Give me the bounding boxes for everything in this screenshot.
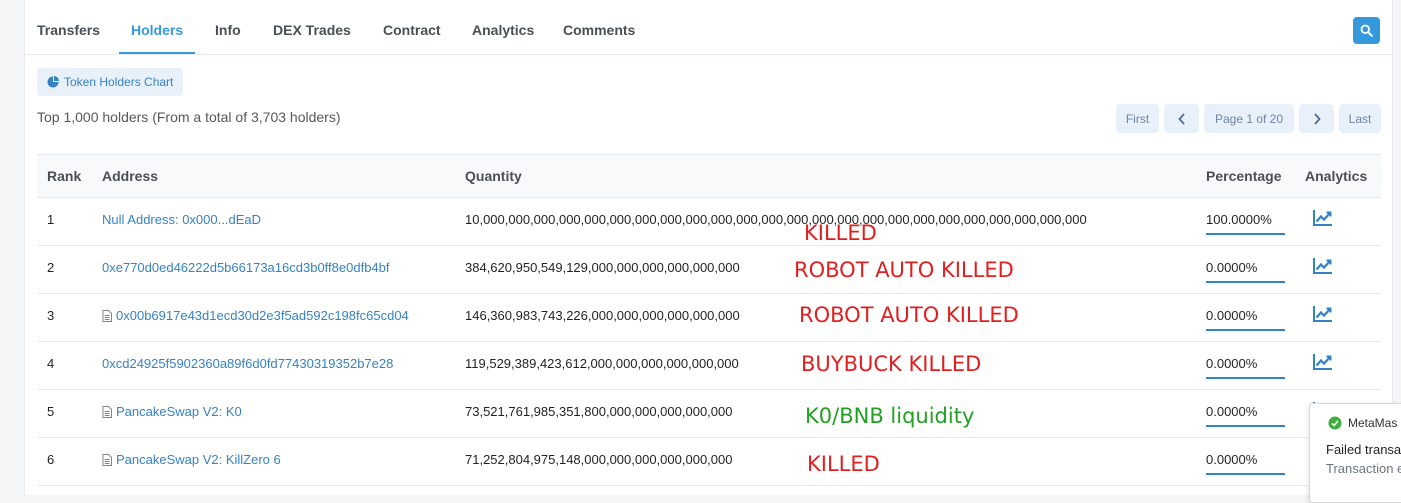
rank-cell: 1: [47, 212, 55, 227]
prev-page-button[interactable]: [1164, 104, 1199, 133]
address-link[interactable]: PancakeSwap V2: K0: [102, 404, 242, 419]
address-link[interactable]: 0x00b6917e43d1ecd30d2e3f5ad592c198fc65cd…: [102, 308, 409, 323]
metamask-title: MetaMas: [1348, 416, 1398, 430]
handwritten-annotation: ROBOT AUTO KILLED: [799, 303, 1019, 327]
handwritten-annotation: ROBOT AUTO KILLED: [794, 258, 1014, 282]
active-tab-indicator: [119, 52, 195, 54]
table-row: 2 0xe770d0ed46222d5b66173a16cd3b0ff8e0dfb…: [37, 246, 1381, 294]
column-address: Address: [102, 168, 159, 184]
metamask-body-text: Transaction encountered: [1326, 461, 1401, 476]
metamask-notification[interactable]: MetaMas Failed transa Transaction encoun…: [1309, 403, 1401, 503]
metamask-failed-text: Failed transa: [1326, 442, 1401, 457]
analytics-chart-icon[interactable]: [1312, 256, 1334, 276]
quantity-cell: 119,529,389,423,612,000,000,000,000,000,…: [465, 356, 739, 371]
pie-chart-icon: [47, 76, 59, 88]
table-row: 4 0xcd24925f5902360a89f6d0fd77430319352b7…: [37, 342, 1381, 390]
tab-holders[interactable]: Holders: [131, 22, 183, 38]
table-row: 5 PancakeSwap V2: K0 73,521,761,985,351,80…: [37, 390, 1381, 438]
tab-comments[interactable]: Comments: [563, 22, 635, 38]
column-analytics: Analytics: [1305, 168, 1368, 184]
tab-info[interactable]: Info: [215, 22, 241, 38]
first-page-button[interactable]: First: [1116, 104, 1159, 133]
handwritten-annotation: KILLED: [807, 452, 880, 476]
quantity-cell: 10,000,000,000,000,000,000,000,000,000,0…: [465, 212, 1087, 227]
address-text: 0xe770d0ed46222d5b66173a16cd3b0ff8e0dfb4…: [102, 260, 390, 275]
rank-cell: 6: [47, 452, 55, 467]
percentage-cell: 100.0000%: [1206, 210, 1285, 235]
percentage-cell: 0.0000%: [1206, 354, 1285, 379]
chart-button-label: Token Holders Chart: [64, 75, 174, 89]
analytics-chart-icon[interactable]: [1312, 304, 1334, 324]
table-row: 3 0x00b6917e43d1ecd30d2e3f5ad592c198fc65c…: [37, 294, 1381, 342]
handwritten-annotation: KILLED: [804, 221, 877, 245]
address-link[interactable]: PancakeSwap V2: KillZero 6: [102, 452, 281, 467]
holders-summary: Top 1,000 holders (From a total of 3,703…: [37, 109, 341, 125]
tab-transfers[interactable]: Transfers: [37, 22, 100, 38]
analytics-chart-icon[interactable]: [1312, 208, 1334, 228]
chevron-right-icon: [1313, 112, 1321, 125]
search-button[interactable]: [1353, 17, 1380, 44]
percentage-cell: 0.0000%: [1206, 258, 1285, 283]
address-link[interactable]: 0xe770d0ed46222d5b66173a16cd3b0ff8e0dfb4…: [102, 260, 390, 275]
last-page-button[interactable]: Last: [1339, 104, 1381, 133]
next-page-button[interactable]: [1299, 104, 1334, 133]
contract-file-icon: [102, 453, 112, 466]
quantity-cell: 71,252,804,975,148,000,000,000,000,000,0…: [465, 452, 733, 467]
rank-cell: 3: [47, 308, 55, 323]
holders-card: Transfers Holders Info DEX Trades Contra…: [24, 0, 1393, 495]
chevron-left-icon: [1177, 112, 1185, 125]
address-text: PancakeSwap V2: KillZero 6: [116, 452, 281, 467]
tab-dex-trades[interactable]: DEX Trades: [273, 22, 351, 38]
address-link[interactable]: 0xcd24925f5902360a89f6d0fd77430319352b7e…: [102, 356, 393, 371]
percentage-cell: 0.0000%: [1206, 402, 1285, 427]
quantity-cell: 146,360,983,743,226,000,000,000,000,000,…: [465, 308, 740, 323]
quantity-cell: 384,620,950,549,129,000,000,000,000,000,…: [465, 260, 740, 275]
address-text: Null Address: 0x000...dEaD: [102, 212, 261, 227]
table-row: 1 Null Address: 0x000...dEaD 10,000,000,00…: [37, 198, 1381, 246]
handwritten-annotation: K0/BNB liquidity: [805, 404, 975, 428]
address-text: PancakeSwap V2: K0: [116, 404, 242, 419]
rank-cell: 4: [47, 356, 55, 371]
column-quantity: Quantity: [465, 168, 522, 184]
column-percentage: Percentage: [1206, 168, 1282, 184]
percentage-cell: 0.0000%: [1206, 306, 1285, 331]
address-link[interactable]: Null Address: 0x000...dEaD: [102, 212, 261, 227]
search-icon: [1360, 24, 1373, 37]
table-row: 6 PancakeSwap V2: KillZero 6 71,252,804,97…: [37, 438, 1381, 486]
rank-cell: 5: [47, 404, 55, 419]
handwritten-annotation: BUYBUCK KILLED: [801, 352, 982, 376]
tab-bar: Transfers Holders Info DEX Trades Contra…: [25, 0, 1392, 55]
contract-file-icon: [102, 309, 112, 322]
column-rank: Rank: [47, 168, 82, 184]
tab-contract[interactable]: Contract: [383, 22, 441, 38]
metamask-status-icon: [1328, 416, 1342, 430]
quantity-cell: 73,521,761,985,351,800,000,000,000,000,0…: [465, 404, 733, 419]
rank-cell: 2: [47, 260, 55, 275]
analytics-chart-icon[interactable]: [1312, 352, 1334, 372]
table-header: Rank Address Quantity Percentage Analyti…: [37, 154, 1381, 198]
page-info: Page 1 of 20: [1204, 104, 1294, 133]
address-text: 0x00b6917e43d1ecd30d2e3f5ad592c198fc65cd…: [116, 308, 409, 323]
contract-file-icon: [102, 405, 112, 418]
token-holders-chart-button[interactable]: Token Holders Chart: [37, 68, 184, 96]
address-text: 0xcd24925f5902360a89f6d0fd77430319352b7e…: [102, 356, 394, 371]
percentage-cell: 0.0000%: [1206, 450, 1285, 475]
tab-analytics[interactable]: Analytics: [472, 22, 534, 38]
